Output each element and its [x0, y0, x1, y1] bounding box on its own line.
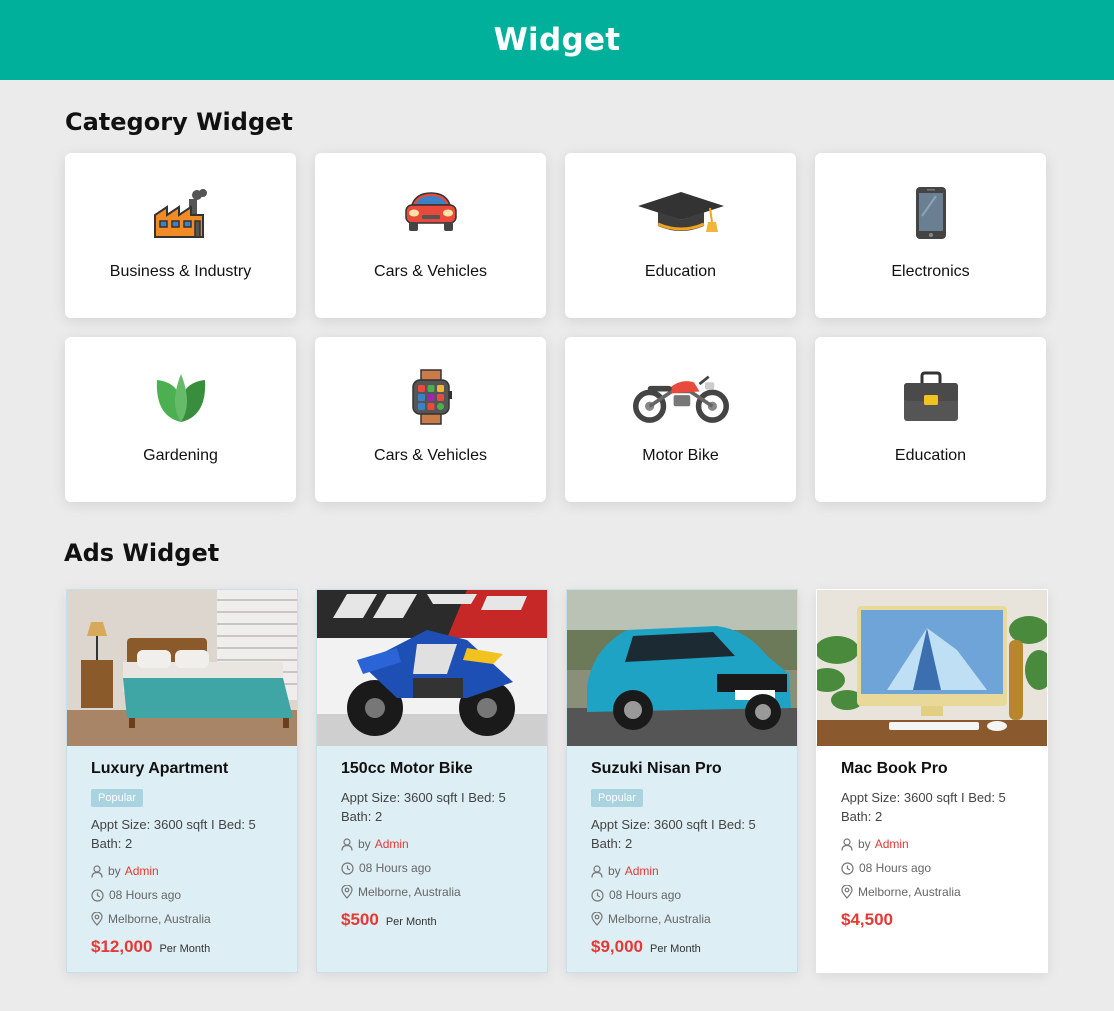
- ad-author-row: by Admin: [91, 859, 273, 883]
- ads-section-title: Ads Widget: [64, 539, 220, 567]
- ad-location: Melborne, Australia: [358, 885, 461, 899]
- category-card-electronics[interactable]: Electronics: [815, 153, 1046, 318]
- ad-title: Suzuki Nisan Pro: [591, 760, 722, 777]
- ad-author-row: by Admin: [591, 859, 773, 883]
- ad-time: 08 Hours ago: [109, 888, 182, 902]
- graduation-cap-icon: [633, 185, 729, 241]
- ad-price-row: $9,000 Per Month: [591, 937, 773, 957]
- ad-time: 08 Hours ago: [859, 861, 932, 875]
- ad-location-row: Melborne, Australia: [341, 880, 523, 904]
- ad-location-row: Melborne, Australia: [591, 907, 773, 931]
- clock-icon: [841, 861, 854, 875]
- smartwatch-icon: [383, 369, 479, 425]
- ad-price-row: $12,000 Per Month: [91, 937, 273, 957]
- location-pin-icon: [91, 912, 103, 926]
- category-label: Education: [644, 263, 717, 280]
- clock-icon: [591, 888, 604, 902]
- ad-card-luxury-apartment[interactable]: Luxury Apartment Popular Appt Size: 3600…: [66, 589, 298, 973]
- category-label: Motor Bike: [642, 447, 719, 464]
- ad-price-row: $500 Per Month: [341, 910, 523, 930]
- category-card-business-industry[interactable]: Business & Industry: [65, 153, 296, 318]
- price-period: Per Month: [385, 916, 437, 928]
- ad-title: Luxury Apartment: [91, 760, 229, 777]
- author-link[interactable]: Admin: [625, 864, 659, 878]
- ad-time: 08 Hours ago: [609, 888, 682, 902]
- ad-author-row: by Admin: [341, 832, 523, 856]
- location-pin-icon: [591, 912, 603, 926]
- user-icon: [341, 837, 353, 851]
- category-card-cars-vehicles-2[interactable]: Cars & Vehicles: [315, 337, 546, 502]
- factory-icon: [133, 185, 229, 241]
- category-label: Cars & Vehicles: [374, 447, 487, 464]
- location-pin-icon: [841, 885, 853, 899]
- popular-badge: Popular: [591, 789, 643, 807]
- by-label: by: [858, 837, 871, 851]
- author-link[interactable]: Admin: [125, 864, 159, 878]
- ad-spec: Appt Size: 3600 sqft I Bed: 5 Bath: 2: [841, 790, 1006, 824]
- category-label: Business & Industry: [109, 263, 252, 280]
- author-link[interactable]: Admin: [375, 837, 409, 851]
- ad-location: Melborne, Australia: [858, 885, 961, 899]
- category-section-title: Category Widget: [65, 108, 293, 136]
- ad-location: Melborne, Australia: [608, 912, 711, 926]
- category-card-education-2[interactable]: Education: [815, 337, 1046, 502]
- smartphone-icon: [883, 185, 979, 241]
- user-icon: [591, 864, 603, 878]
- ad-title: Mac Book Pro: [841, 760, 948, 777]
- by-label: by: [608, 864, 621, 878]
- category-card-education[interactable]: Education: [565, 153, 796, 318]
- ad-card-mac-book-pro[interactable]: Mac Book Pro Appt Size: 3600 sqft I Bed:…: [816, 589, 1048, 973]
- bedroom-photo: [67, 590, 297, 746]
- author-link[interactable]: Admin: [875, 837, 909, 851]
- ad-spec: Appt Size: 3600 sqft I Bed: 5 Bath: 2: [91, 817, 256, 851]
- motorbike-photo: [317, 590, 547, 746]
- ad-title: 150cc Motor Bike: [341, 760, 473, 777]
- page-header: Widget: [0, 0, 1114, 80]
- category-card-gardening[interactable]: Gardening: [65, 337, 296, 502]
- ad-spec: Appt Size: 3600 sqft I Bed: 5 Bath: 2: [591, 817, 756, 851]
- category-label: Education: [894, 447, 967, 464]
- ad-price: $4,500: [841, 910, 893, 929]
- category-card-cars-vehicles[interactable]: Cars & Vehicles: [315, 153, 546, 318]
- clock-icon: [341, 861, 354, 875]
- category-label: Electronics: [891, 263, 970, 280]
- ad-price: $500: [341, 910, 379, 929]
- ad-price: $9,000: [591, 937, 643, 956]
- by-label: by: [108, 864, 121, 878]
- ads-grid: Luxury Apartment Popular Appt Size: 3600…: [66, 589, 1048, 973]
- price-period: Per Month: [159, 943, 211, 955]
- popular-badge: Popular: [91, 789, 143, 807]
- ad-time: 08 Hours ago: [359, 861, 432, 875]
- suv-photo: [567, 590, 797, 746]
- ad-time-row: 08 Hours ago: [91, 883, 273, 907]
- imac-desk-photo: [817, 590, 1047, 746]
- page-title: Widget: [493, 22, 621, 58]
- ad-price: $12,000: [91, 937, 153, 956]
- ad-price-row: $4,500: [841, 910, 1023, 930]
- category-grid: Business & Industry Cars & Vehicles Educ…: [65, 153, 1047, 502]
- ad-card-suzuki-nisan-pro[interactable]: Suzuki Nisan Pro Popular Appt Size: 3600…: [566, 589, 798, 973]
- user-icon: [841, 837, 853, 851]
- price-period: Per Month: [650, 943, 701, 955]
- location-pin-icon: [341, 885, 353, 899]
- category-label: Cars & Vehicles: [374, 263, 487, 280]
- ad-author-row: by Admin: [841, 832, 1023, 856]
- clock-icon: [91, 888, 104, 902]
- category-card-motor-bike[interactable]: Motor Bike: [565, 337, 796, 502]
- ad-location: Melborne, Australia: [108, 912, 211, 926]
- ad-time-row: 08 Hours ago: [591, 883, 773, 907]
- category-label: Gardening: [143, 447, 218, 464]
- ad-card-motor-bike[interactable]: 150cc Motor Bike Appt Size: 3600 sqft I …: [316, 589, 548, 973]
- by-label: by: [358, 837, 371, 851]
- ad-spec: Appt Size: 3600 sqft I Bed: 5 Bath: 2: [341, 790, 506, 824]
- user-icon: [91, 864, 103, 878]
- ad-location-row: Melborne, Australia: [91, 907, 273, 931]
- leaf-icon: [133, 369, 229, 425]
- briefcase-icon: [883, 369, 979, 425]
- ad-time-row: 08 Hours ago: [341, 856, 523, 880]
- ad-location-row: Melborne, Australia: [841, 880, 1023, 904]
- car-icon: [383, 185, 479, 241]
- motorbike-icon: [632, 369, 729, 425]
- ad-time-row: 08 Hours ago: [841, 856, 1023, 880]
